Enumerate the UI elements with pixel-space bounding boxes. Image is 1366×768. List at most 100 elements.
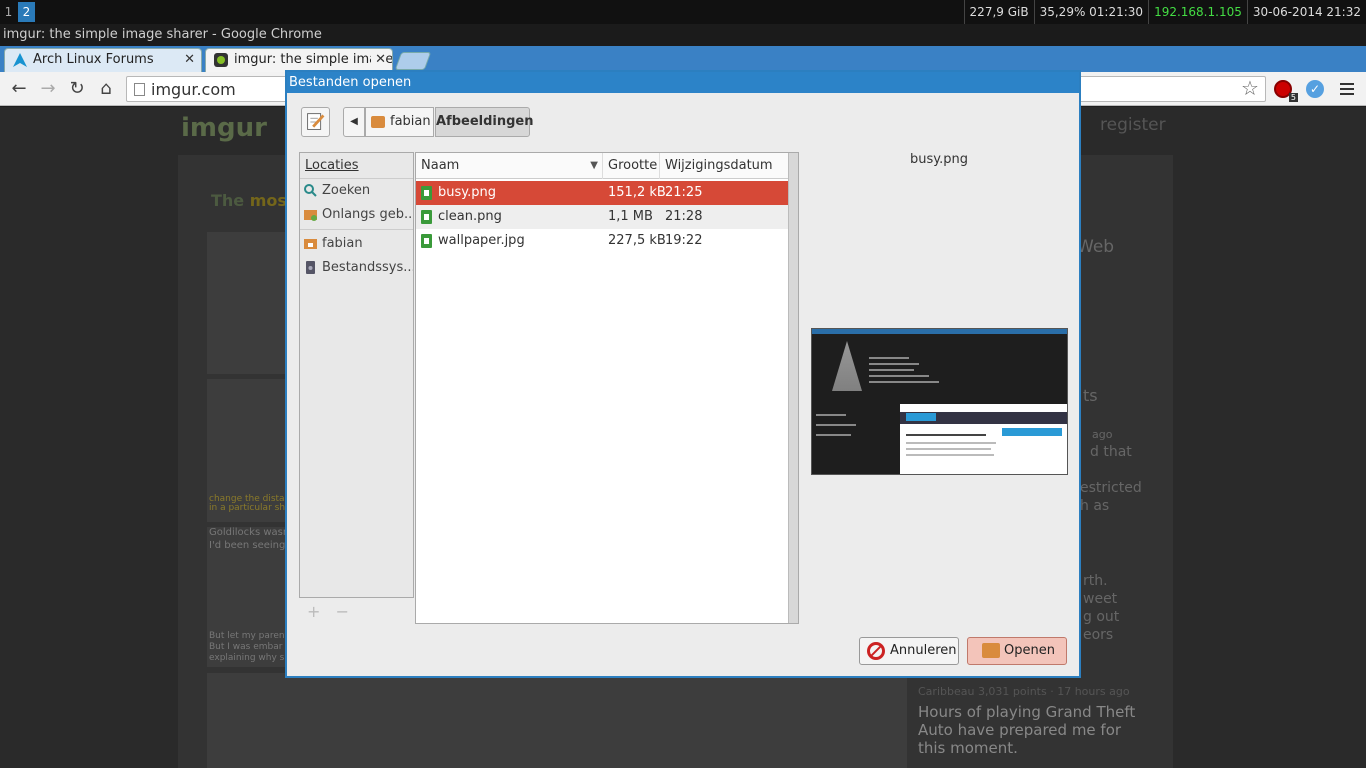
back-arrow-icon[interactable]: ← bbox=[8, 78, 30, 100]
file-size: 227,5 kB bbox=[608, 233, 666, 248]
place-home[interactable]: fabian bbox=[300, 232, 413, 256]
place-filesystem[interactable]: Bestandssys... bbox=[300, 256, 413, 280]
arch-logo-icon bbox=[13, 53, 27, 67]
post-caption[interactable]: Hours of playing Grand Theft Auto have p… bbox=[918, 703, 1138, 757]
close-icon[interactable]: ✕ bbox=[371, 49, 386, 71]
gallery-thumb[interactable] bbox=[207, 673, 907, 768]
web-upload-label[interactable]: Web bbox=[1077, 237, 1114, 257]
breadcrumb-home[interactable]: fabian bbox=[365, 107, 434, 137]
file-date: 21:25 bbox=[665, 185, 703, 200]
post-meta: Caribbeau 3,031 points · 17 hours ago bbox=[918, 685, 1130, 698]
preview-filename: busy.png bbox=[910, 152, 968, 167]
add-remove-bookmark[interactable]: + − bbox=[307, 602, 349, 621]
sidebar-fragment: d that bbox=[1090, 444, 1132, 460]
close-icon[interactable]: ✕ bbox=[184, 49, 195, 71]
tab-arch-forums[interactable]: Arch Linux Forums ✕ bbox=[4, 48, 202, 72]
path-back-button[interactable]: ◀ bbox=[343, 107, 365, 137]
gallery-thumb[interactable] bbox=[207, 232, 285, 374]
search-icon bbox=[304, 184, 317, 197]
sidebar-fragment: eors bbox=[1083, 627, 1114, 643]
status-bar: 227,9 GiB 35,29% 01:21:30 192.168.1.105 … bbox=[963, 0, 1366, 24]
file-list-scrollbar[interactable] bbox=[788, 153, 798, 623]
image-file-icon bbox=[421, 210, 432, 224]
menu-icon[interactable] bbox=[1340, 81, 1354, 95]
extension-badge: 5 bbox=[1288, 93, 1298, 102]
breadcrumb-label: fabian bbox=[390, 114, 431, 129]
recent-icon bbox=[304, 210, 317, 221]
thumb-caption: explaining why sh bbox=[209, 653, 291, 663]
file-name: clean.png bbox=[438, 209, 502, 224]
file-name: wallpaper.jpg bbox=[438, 233, 525, 248]
image-preview bbox=[811, 328, 1068, 475]
home-folder-icon bbox=[304, 239, 317, 249]
window-title: imgur: the simple image sharer - Google … bbox=[0, 24, 1366, 46]
home-icon[interactable]: ⌂ bbox=[95, 78, 117, 100]
window-manager-bar: 1 2 227,9 GiB 35,29% 01:21:30 192.168.1.… bbox=[0, 0, 1366, 24]
disk-status: 227,9 GiB bbox=[963, 0, 1034, 24]
sidebar-fragment: ago bbox=[1092, 428, 1113, 441]
page-icon bbox=[134, 83, 145, 96]
new-tab-button[interactable] bbox=[394, 52, 432, 70]
column-name[interactable]: Naam ▼ bbox=[416, 153, 603, 179]
file-row[interactable]: clean.png 1,1 MB 21:28 bbox=[416, 205, 788, 229]
register-link[interactable]: register bbox=[1100, 115, 1166, 135]
places-sidebar: Locaties Zoeken Onlangs geb... fabian Be… bbox=[299, 152, 414, 598]
bookmark-star-icon[interactable]: ☆ bbox=[1241, 76, 1259, 100]
file-size: 1,1 MB bbox=[608, 209, 653, 224]
sidebar-fragment: g out bbox=[1083, 609, 1120, 625]
image-file-icon bbox=[421, 186, 432, 200]
imgur-logo: imgur bbox=[181, 113, 267, 143]
reload-icon[interactable]: ↻ bbox=[66, 78, 88, 100]
places-divider bbox=[300, 229, 413, 230]
thumb-caption: I'd been seeing h bbox=[209, 540, 295, 551]
file-name: busy.png bbox=[438, 185, 496, 200]
thumb-caption: in a particular sho bbox=[209, 503, 291, 513]
file-list: Naam ▼ Grootte Wijzigingsdatum busy.png 1… bbox=[415, 152, 799, 624]
file-chooser-dialog: Bestanden openen ◀ fabian Afbeeldingen L… bbox=[285, 70, 1081, 678]
drive-icon bbox=[306, 261, 315, 274]
sidebar-fragment: ts bbox=[1083, 386, 1098, 405]
column-date[interactable]: Wijzigingsdatum bbox=[660, 153, 788, 179]
extension-icon[interactable]: ✓ bbox=[1306, 80, 1324, 98]
file-row[interactable]: busy.png 151,2 kB 21:25 bbox=[416, 181, 788, 205]
file-size: 151,2 kB bbox=[608, 185, 666, 200]
cancel-label: Annuleren bbox=[890, 643, 957, 658]
ip-status: 192.168.1.105 bbox=[1148, 0, 1247, 24]
column-size[interactable]: Grootte bbox=[603, 153, 660, 179]
tab-label: imgur: the simple image sharer bbox=[234, 52, 392, 67]
open-button[interactable]: Openen bbox=[967, 637, 1067, 665]
tab-imgur[interactable]: imgur: the simple image sharer ✕ bbox=[205, 48, 393, 72]
tab-label: Arch Linux Forums bbox=[33, 52, 154, 67]
breadcrumb-current[interactable]: Afbeeldingen bbox=[435, 107, 534, 137]
place-search[interactable]: Zoeken bbox=[300, 179, 413, 203]
forward-arrow-icon[interactable]: → bbox=[37, 78, 59, 100]
sidebar-fragment: estricted bbox=[1080, 480, 1142, 496]
workspace-2[interactable]: 2 bbox=[18, 2, 35, 22]
dialog-title: Bestanden openen bbox=[287, 72, 1079, 93]
battery-status: 35,29% 01:21:30 bbox=[1033, 0, 1148, 24]
place-recent[interactable]: Onlangs geb... bbox=[300, 203, 413, 227]
edit-icon bbox=[307, 113, 325, 130]
folder-open-icon bbox=[982, 643, 1000, 658]
places-header: Locaties bbox=[300, 153, 413, 179]
sidebar-fragment: weet bbox=[1083, 591, 1118, 607]
home-folder-icon bbox=[371, 116, 385, 128]
file-row[interactable]: wallpaper.jpg 227,5 kB 19:22 bbox=[416, 229, 788, 253]
file-date: 19:22 bbox=[665, 233, 703, 248]
image-file-icon bbox=[421, 234, 432, 248]
adblock-extension-icon[interactable]: 5 bbox=[1274, 80, 1298, 102]
url-text: imgur.com bbox=[151, 80, 236, 99]
workspace-1[interactable]: 1 bbox=[0, 2, 17, 22]
type-location-button[interactable] bbox=[301, 107, 330, 137]
sidebar-fragment: h as bbox=[1080, 498, 1110, 514]
file-list-header: Naam ▼ Grootte Wijzigingsdatum bbox=[416, 153, 788, 179]
sidebar-fragment: rth. bbox=[1083, 573, 1108, 589]
cancel-button[interactable]: Annuleren bbox=[859, 637, 959, 665]
tagline: The mos bbox=[211, 191, 287, 210]
imgur-favicon-icon bbox=[214, 53, 228, 67]
cancel-icon bbox=[867, 642, 885, 660]
open-label: Openen bbox=[1004, 643, 1055, 658]
sort-down-icon: ▼ bbox=[590, 160, 598, 171]
thumb-caption: But I was embar bbox=[209, 642, 283, 652]
thumb-caption: Goldilocks wasn bbox=[209, 527, 290, 538]
